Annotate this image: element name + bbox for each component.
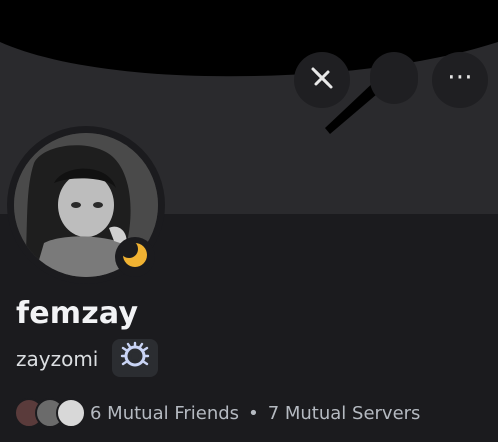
mutual-friends-link[interactable]: 6 Mutual Friends	[90, 403, 239, 424]
profile-badge[interactable]	[112, 339, 158, 377]
top-overlay	[0, 0, 498, 134]
display-name: femzay	[16, 296, 139, 331]
mute-button[interactable]	[294, 52, 350, 108]
laurel-badge-icon	[120, 341, 150, 375]
mutuals-row: 6 Mutual Friends • 7 Mutual Servers	[14, 396, 420, 430]
idle-moon-icon	[120, 240, 150, 274]
more-icon: ⋯	[447, 62, 473, 92]
profile-popout: ⋯ femzay zayzomi 6 Mutual Friends • 7 Mu…	[0, 0, 498, 442]
separator-dot: •	[248, 402, 259, 424]
username: zayzomi	[16, 347, 99, 371]
mutual-friend-avatar[interactable]	[56, 398, 86, 428]
mute-icon	[308, 64, 336, 96]
more-button[interactable]: ⋯	[432, 52, 488, 108]
status-indicator	[115, 237, 155, 277]
secondary-button[interactable]	[370, 52, 418, 104]
mutual-servers-link[interactable]: 7 Mutual Servers	[268, 403, 421, 424]
